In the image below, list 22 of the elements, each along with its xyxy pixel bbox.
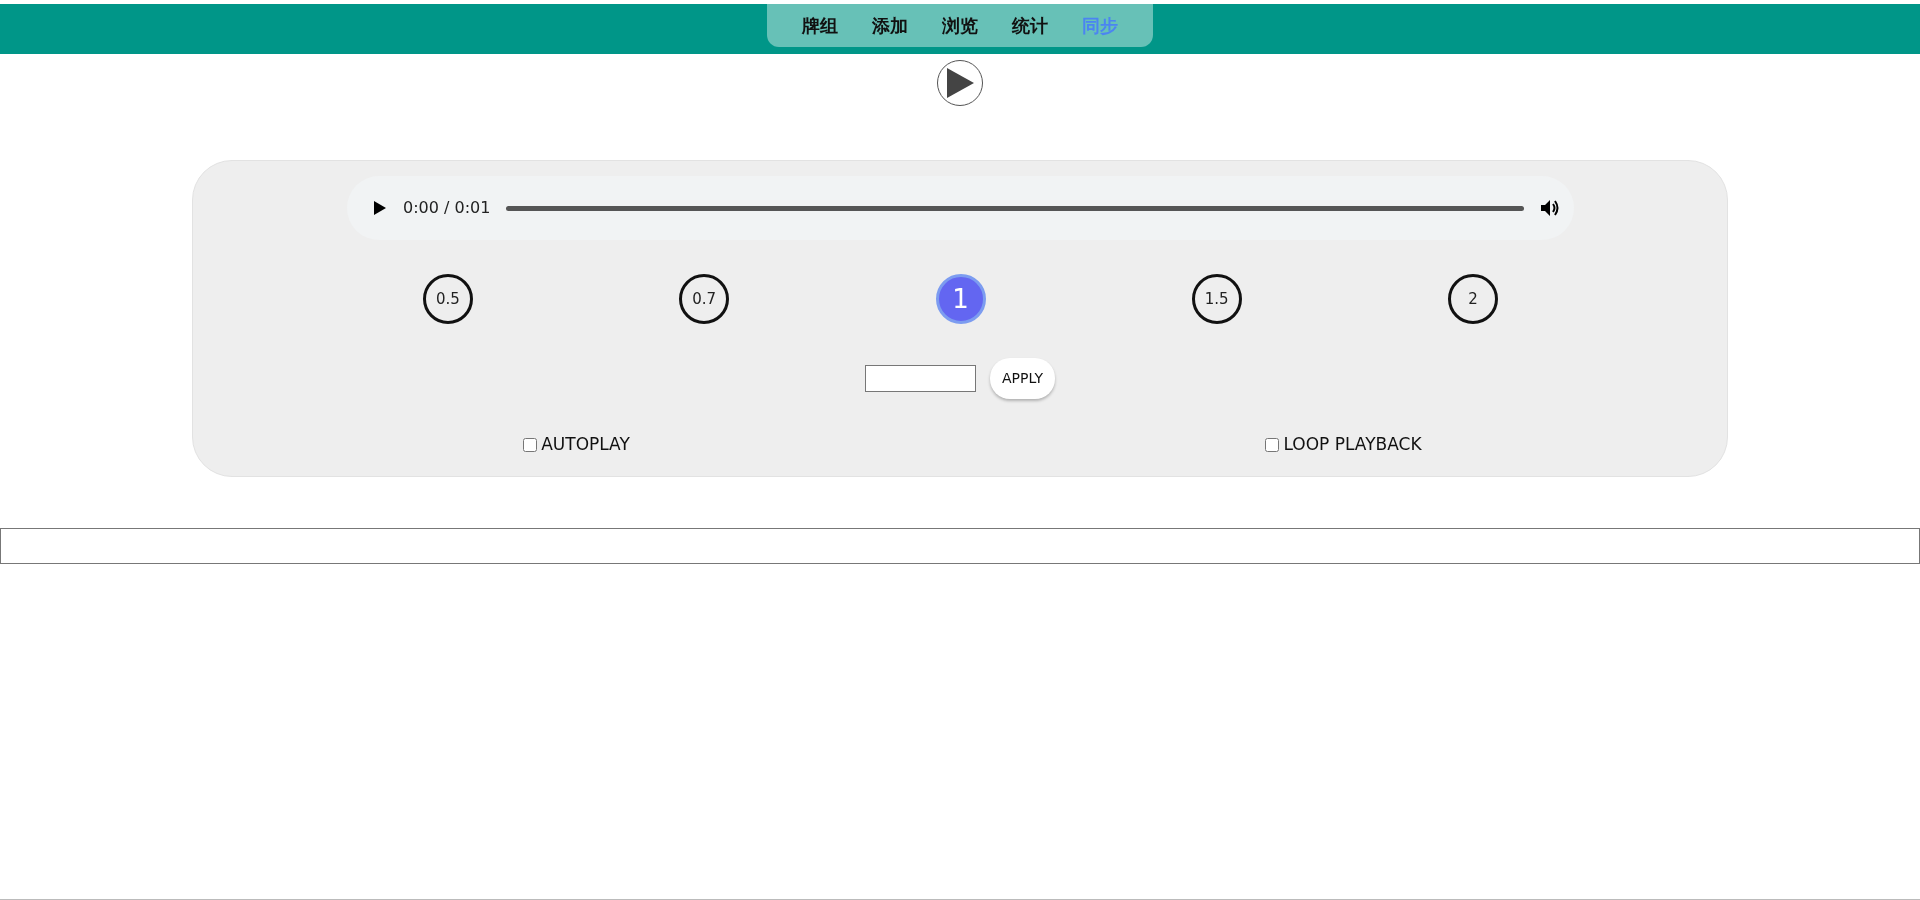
apply-button[interactable]: APPLY [990,358,1055,399]
text-input[interactable] [0,527,1920,564]
speed-button[interactable]: 0.5 [423,274,473,324]
checkbox[interactable] [1265,437,1280,452]
volume-icon[interactable] [1540,199,1560,217]
play-icon [945,67,975,99]
speed-button[interactable]: 1.5 [1191,274,1242,324]
play-button[interactable] [937,60,983,106]
speed-button[interactable]: 0.7 [679,274,730,324]
checkbox-label: LOOP PLAYBACK [1283,433,1422,456]
nav-tab[interactable]: 统计 [1008,12,1052,39]
nav-tab[interactable]: 牌组 [798,12,842,39]
checkbox-label: AUTOPLAY [541,433,630,456]
speed-button[interactable]: 2 [1448,274,1498,324]
nav-tab[interactable]: 添加 [868,12,912,39]
speed-button[interactable]: 1 [935,274,986,324]
nav-tab[interactable]: 浏览 [938,12,982,39]
seek-track[interactable] [506,205,1524,211]
play-icon[interactable] [373,200,387,216]
checkbox[interactable] [523,437,538,452]
speed-input[interactable] [865,365,976,392]
time-display: 0:00 / 0:01 [403,197,491,219]
